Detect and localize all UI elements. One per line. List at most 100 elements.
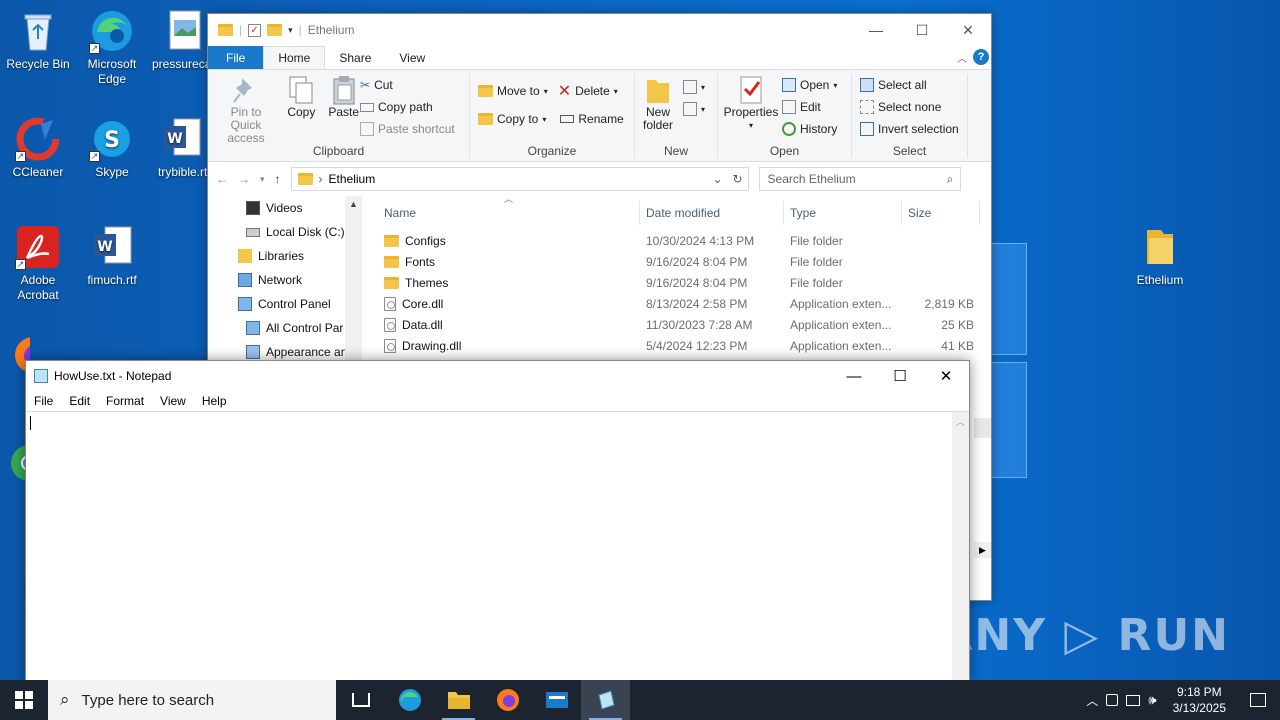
copy-to-button[interactable]: Copy to ▾ [478,108,546,130]
close-button[interactable]: ✕ [923,361,969,391]
collapse-ribbon-icon[interactable]: ︿ [957,50,967,65]
tab-view[interactable]: View [385,46,439,69]
taskbar-search-box[interactable]: ⌕ Type here to search [48,680,336,720]
rename-button[interactable]: Rename [560,108,624,130]
file-row[interactable]: Configs 10/30/2024 4:13 PM File folder [378,230,991,251]
desktop-icon-ccleaner[interactable]: ↗ CCleaner [0,116,76,180]
maximize-button[interactable]: ☐ [899,14,945,46]
file-row[interactable]: Data.dll 11/30/2023 7:28 AM Application ex… [378,314,991,335]
volume-icon[interactable]: 🕪 [1148,692,1156,708]
select-all-button[interactable]: Select all [860,74,962,96]
delete-button[interactable]: ✕ Delete ▾ [558,80,618,102]
notepad-text-area[interactable]: ︿ [26,411,969,681]
refresh-icon[interactable]: ↻ [728,172,748,186]
file-type: Application exten... [790,317,892,332]
chevron-down-icon[interactable]: ▾ [288,25,293,36]
move-to-button[interactable]: Move to ▾ [478,80,548,102]
column-type[interactable]: Type [784,201,902,225]
paste-button[interactable]: Paste [324,74,364,119]
file-row[interactable]: Fonts 9/16/2024 8:04 PM File folder [378,251,991,272]
properties-button[interactable]: Properties ▾ [723,74,779,132]
notepad-window[interactable]: HowUse.txt - Notepad — ☐ ✕ File Edit For… [25,360,970,682]
taskbar-notepad[interactable] [581,680,630,720]
desktop-icon-ethelium-folder[interactable]: Ethelium [1122,224,1198,288]
new-folder-button[interactable]: New folder [640,74,676,132]
chevron-down-icon: ▾ [748,121,753,130]
invert-selection-button[interactable]: Invert selection [860,118,962,140]
start-button[interactable] [0,680,48,720]
new-folder-label: New folder [642,105,674,132]
notepad-scrollbar[interactable]: ︿ [952,412,969,681]
minimize-button[interactable]: — [853,14,899,46]
desktop-icon-skype[interactable]: S ↗ Skype [74,116,150,180]
tab-share[interactable]: Share [325,46,385,69]
maximize-button[interactable]: ☐ [877,361,923,391]
clock[interactable]: 9:18 PM 3/13/2025 [1165,684,1234,716]
properties-check-icon[interactable]: ✓ [248,23,262,37]
desktop-icon-vlc[interactable] [0,578,25,601]
history-button[interactable]: History [782,118,837,140]
file-row[interactable]: Themes 9/16/2024 8:04 PM File folder [378,272,991,293]
menu-view[interactable]: View [152,394,194,408]
new-item-button[interactable]: ▾ [683,76,705,98]
scroll-up-icon[interactable]: ︿ [952,412,969,428]
desktop-icon-trybible[interactable]: W trybible.rt [146,116,212,180]
new-folder-icon[interactable] [267,24,283,36]
task-view-button[interactable] [336,680,385,720]
desktop-icon-fimuch[interactable]: W fimuch.rtf [74,224,150,288]
select-none-button[interactable]: Select none [860,96,962,118]
pin-quick-access-button[interactable]: Pin to Quick access [213,74,279,145]
menu-file[interactable]: File [26,394,61,408]
move-to-icon [478,85,493,97]
forward-arrow-icon[interactable]: → [238,172,250,186]
file-row[interactable]: Core.dll 8/13/2024 2:58 PM Application ext… [378,293,991,314]
address-bar[interactable]: › Ethelium ⌄ ↻ [290,167,749,191]
file-vscroll[interactable] [974,418,991,438]
minimize-button[interactable]: — [831,361,877,391]
explorer-titlebar[interactable]: | ✓ ▾ | Ethelium — ☐ ✕ [208,14,991,46]
open-button[interactable]: Open ▾ [782,74,837,96]
cut-button[interactable]: ✂ Cut [360,74,455,96]
file-size: 25 KB [941,317,974,332]
nav-item-libraries[interactable]: Libraries [238,244,362,268]
tab-file[interactable]: File [208,46,264,69]
desktop-icon-acrobat[interactable]: ↗ Adobe Acrobat [0,224,76,303]
taskbar-edge[interactable] [385,680,434,720]
nav-item-network[interactable]: Network [238,268,362,292]
network-icon[interactable] [1126,694,1141,706]
paste-shortcut-button[interactable]: Paste shortcut [360,118,455,140]
desktop-icon-recycle-bin[interactable]: Recycle Bin [0,8,76,72]
nav-item-control-panel[interactable]: Control Panel [238,292,362,316]
taskbar-app-window[interactable] [532,680,581,720]
network-adapter-icon[interactable] [1106,694,1119,706]
desktop-icon-edge[interactable]: ↗ Microsoft Edge [74,8,150,87]
menu-help[interactable]: Help [194,394,235,408]
menu-format[interactable]: Format [98,394,152,408]
taskbar-file-explorer[interactable] [434,680,483,720]
file-hscroll-right-icon[interactable]: ▶ [974,542,991,558]
column-date-modified[interactable]: Date modified [640,201,784,225]
copy-path-button[interactable]: Copy path [360,96,455,118]
search-input[interactable]: Search Ethelium ⌕ [758,167,961,191]
recent-chevron-icon[interactable]: ▾ [260,174,265,185]
breadcrumb[interactable]: Ethelium [329,172,376,186]
taskbar-firefox[interactable] [483,680,532,720]
tab-home[interactable]: Home [263,46,326,69]
desktop-icon-chrome[interactable] [0,440,25,489]
edit-button[interactable]: Edit [782,96,837,118]
column-size[interactable]: Size [902,201,980,225]
chevron-up-icon[interactable]: ︿ [1086,692,1098,709]
desktop-icon-pressureca[interactable]: pressureca [146,8,212,72]
help-icon[interactable]: ? [973,49,989,65]
notification-center-icon[interactable] [1250,693,1266,707]
up-arrow-icon[interactable]: ↑ [275,172,281,186]
notepad-titlebar[interactable]: HowUse.txt - Notepad — ☐ ✕ [26,361,969,391]
copy-button[interactable]: Copy [282,74,320,119]
menu-edit[interactable]: Edit [61,394,98,408]
close-button[interactable]: ✕ [945,14,991,46]
file-row[interactable]: Drawing.dll 5/4/2024 12:23 PM Application … [378,335,991,356]
easy-access-button[interactable]: ▾ [683,98,705,120]
scroll-up-icon[interactable]: ▲ [345,196,362,209]
back-arrow-icon[interactable]: ← [216,172,228,186]
address-dropdown-icon[interactable]: ⌄ [708,172,728,186]
